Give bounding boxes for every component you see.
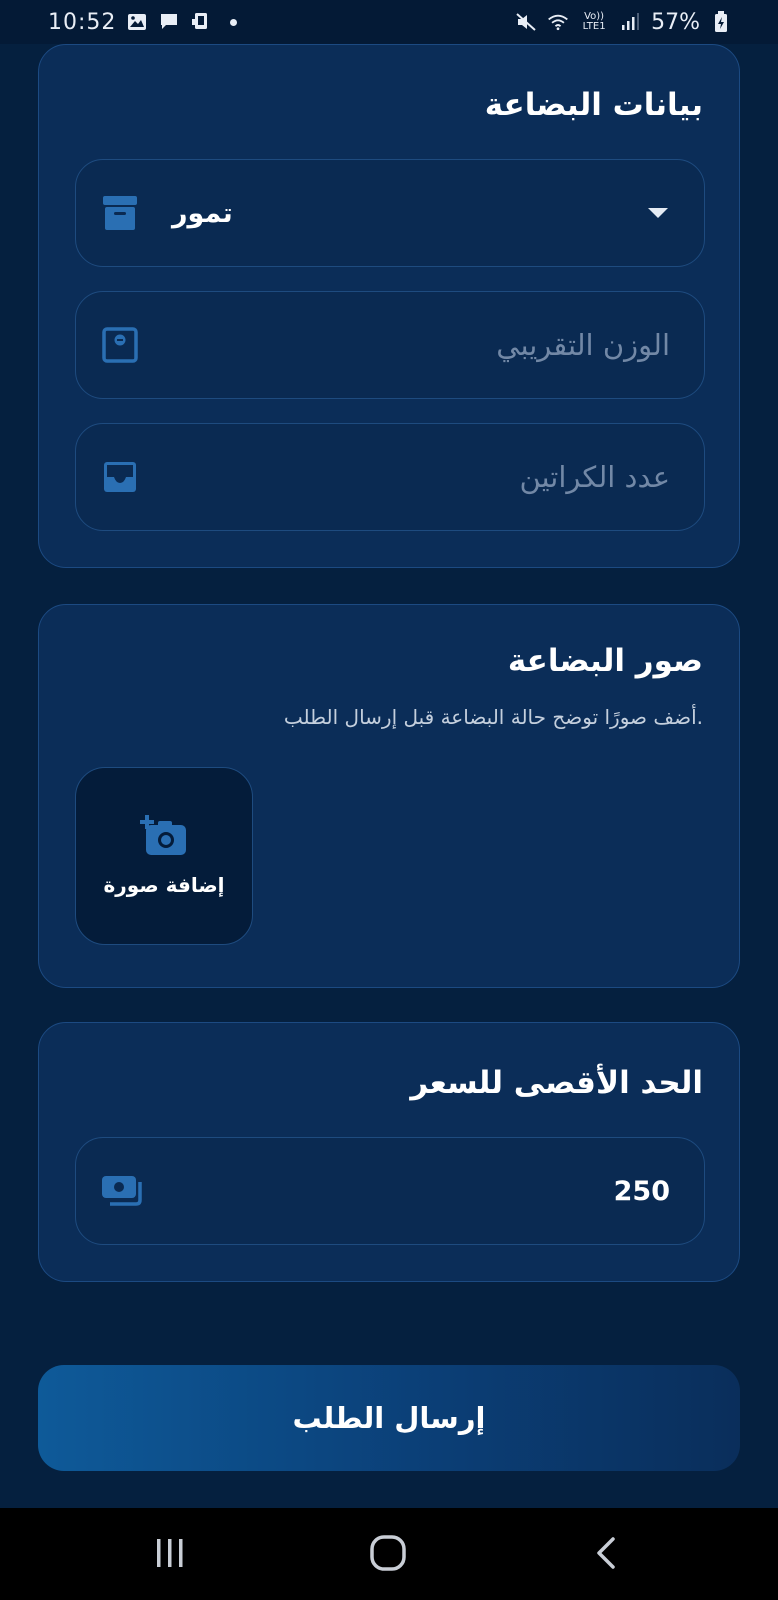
max-price-value: 250	[613, 1175, 670, 1207]
battery-icon	[710, 11, 732, 32]
recent-apps-button[interactable]	[140, 1528, 200, 1578]
gallery-icon	[126, 12, 148, 32]
cartons-placeholder: عدد الكراتين	[519, 460, 670, 494]
weight-field[interactable]: الوزن التقريبي	[75, 291, 705, 399]
goods-data-title: بيانات البضاعة	[484, 87, 703, 123]
submit-request-button[interactable]: إرسال الطلب	[38, 1365, 740, 1471]
scale-icon	[100, 325, 140, 365]
device-icon	[190, 12, 212, 32]
chevron-down-icon	[648, 208, 668, 218]
notification-dot-icon	[230, 18, 238, 26]
max-price-title: الحد الأقصى للسعر	[410, 1065, 703, 1101]
max-price-card: الحد الأقصى للسعر 250	[38, 1022, 740, 1282]
battery-level: 57%	[651, 9, 700, 35]
mute-icon	[515, 12, 537, 32]
goods-data-card: بيانات البضاعة تمور الوزن التقريبي عدد ا…	[38, 44, 740, 568]
network-indicator: Vo)) LTE1	[582, 11, 606, 32]
system-navigation-bar	[0, 1508, 778, 1600]
goods-type-select[interactable]: تمور	[75, 159, 705, 267]
status-left: 10:52	[48, 9, 238, 35]
back-button[interactable]	[576, 1528, 636, 1578]
submit-request-label: إرسال الطلب	[292, 1401, 486, 1435]
add-photo-button[interactable]: إضافة صورة	[75, 767, 253, 945]
goods-photos-title: صور البضاعة	[507, 643, 703, 679]
status-time: 10:52	[48, 9, 117, 35]
weight-placeholder: الوزن التقريبي	[496, 328, 670, 362]
archive-box-icon	[100, 193, 140, 233]
max-price-field[interactable]: 250	[75, 1137, 705, 1245]
goods-photos-subtitle: .أضف صورًا توضح حالة البضاعة قبل إرسال ا…	[283, 705, 703, 729]
status-right: Vo)) LTE1 57%	[515, 10, 732, 35]
add-camera-icon	[140, 815, 188, 861]
add-photo-label: إضافة صورة	[103, 873, 225, 897]
wifi-icon	[547, 12, 569, 32]
inbox-tray-icon	[100, 457, 140, 497]
screen: 10:52 Vo)) LTE1 57% بيانات البضاعة تمور …	[0, 0, 778, 1600]
goods-photos-card: صور البضاعة .أضف صورًا توضح حالة البضاعة…	[38, 604, 740, 988]
status-bar: 10:52 Vo)) LTE1 57%	[0, 0, 778, 44]
message-icon	[158, 12, 180, 32]
signal-icon	[619, 12, 641, 32]
goods-type-value: تمور	[172, 197, 233, 229]
money-icon	[100, 1171, 146, 1211]
cartons-field[interactable]: عدد الكراتين	[75, 423, 705, 531]
home-button[interactable]	[358, 1528, 418, 1578]
